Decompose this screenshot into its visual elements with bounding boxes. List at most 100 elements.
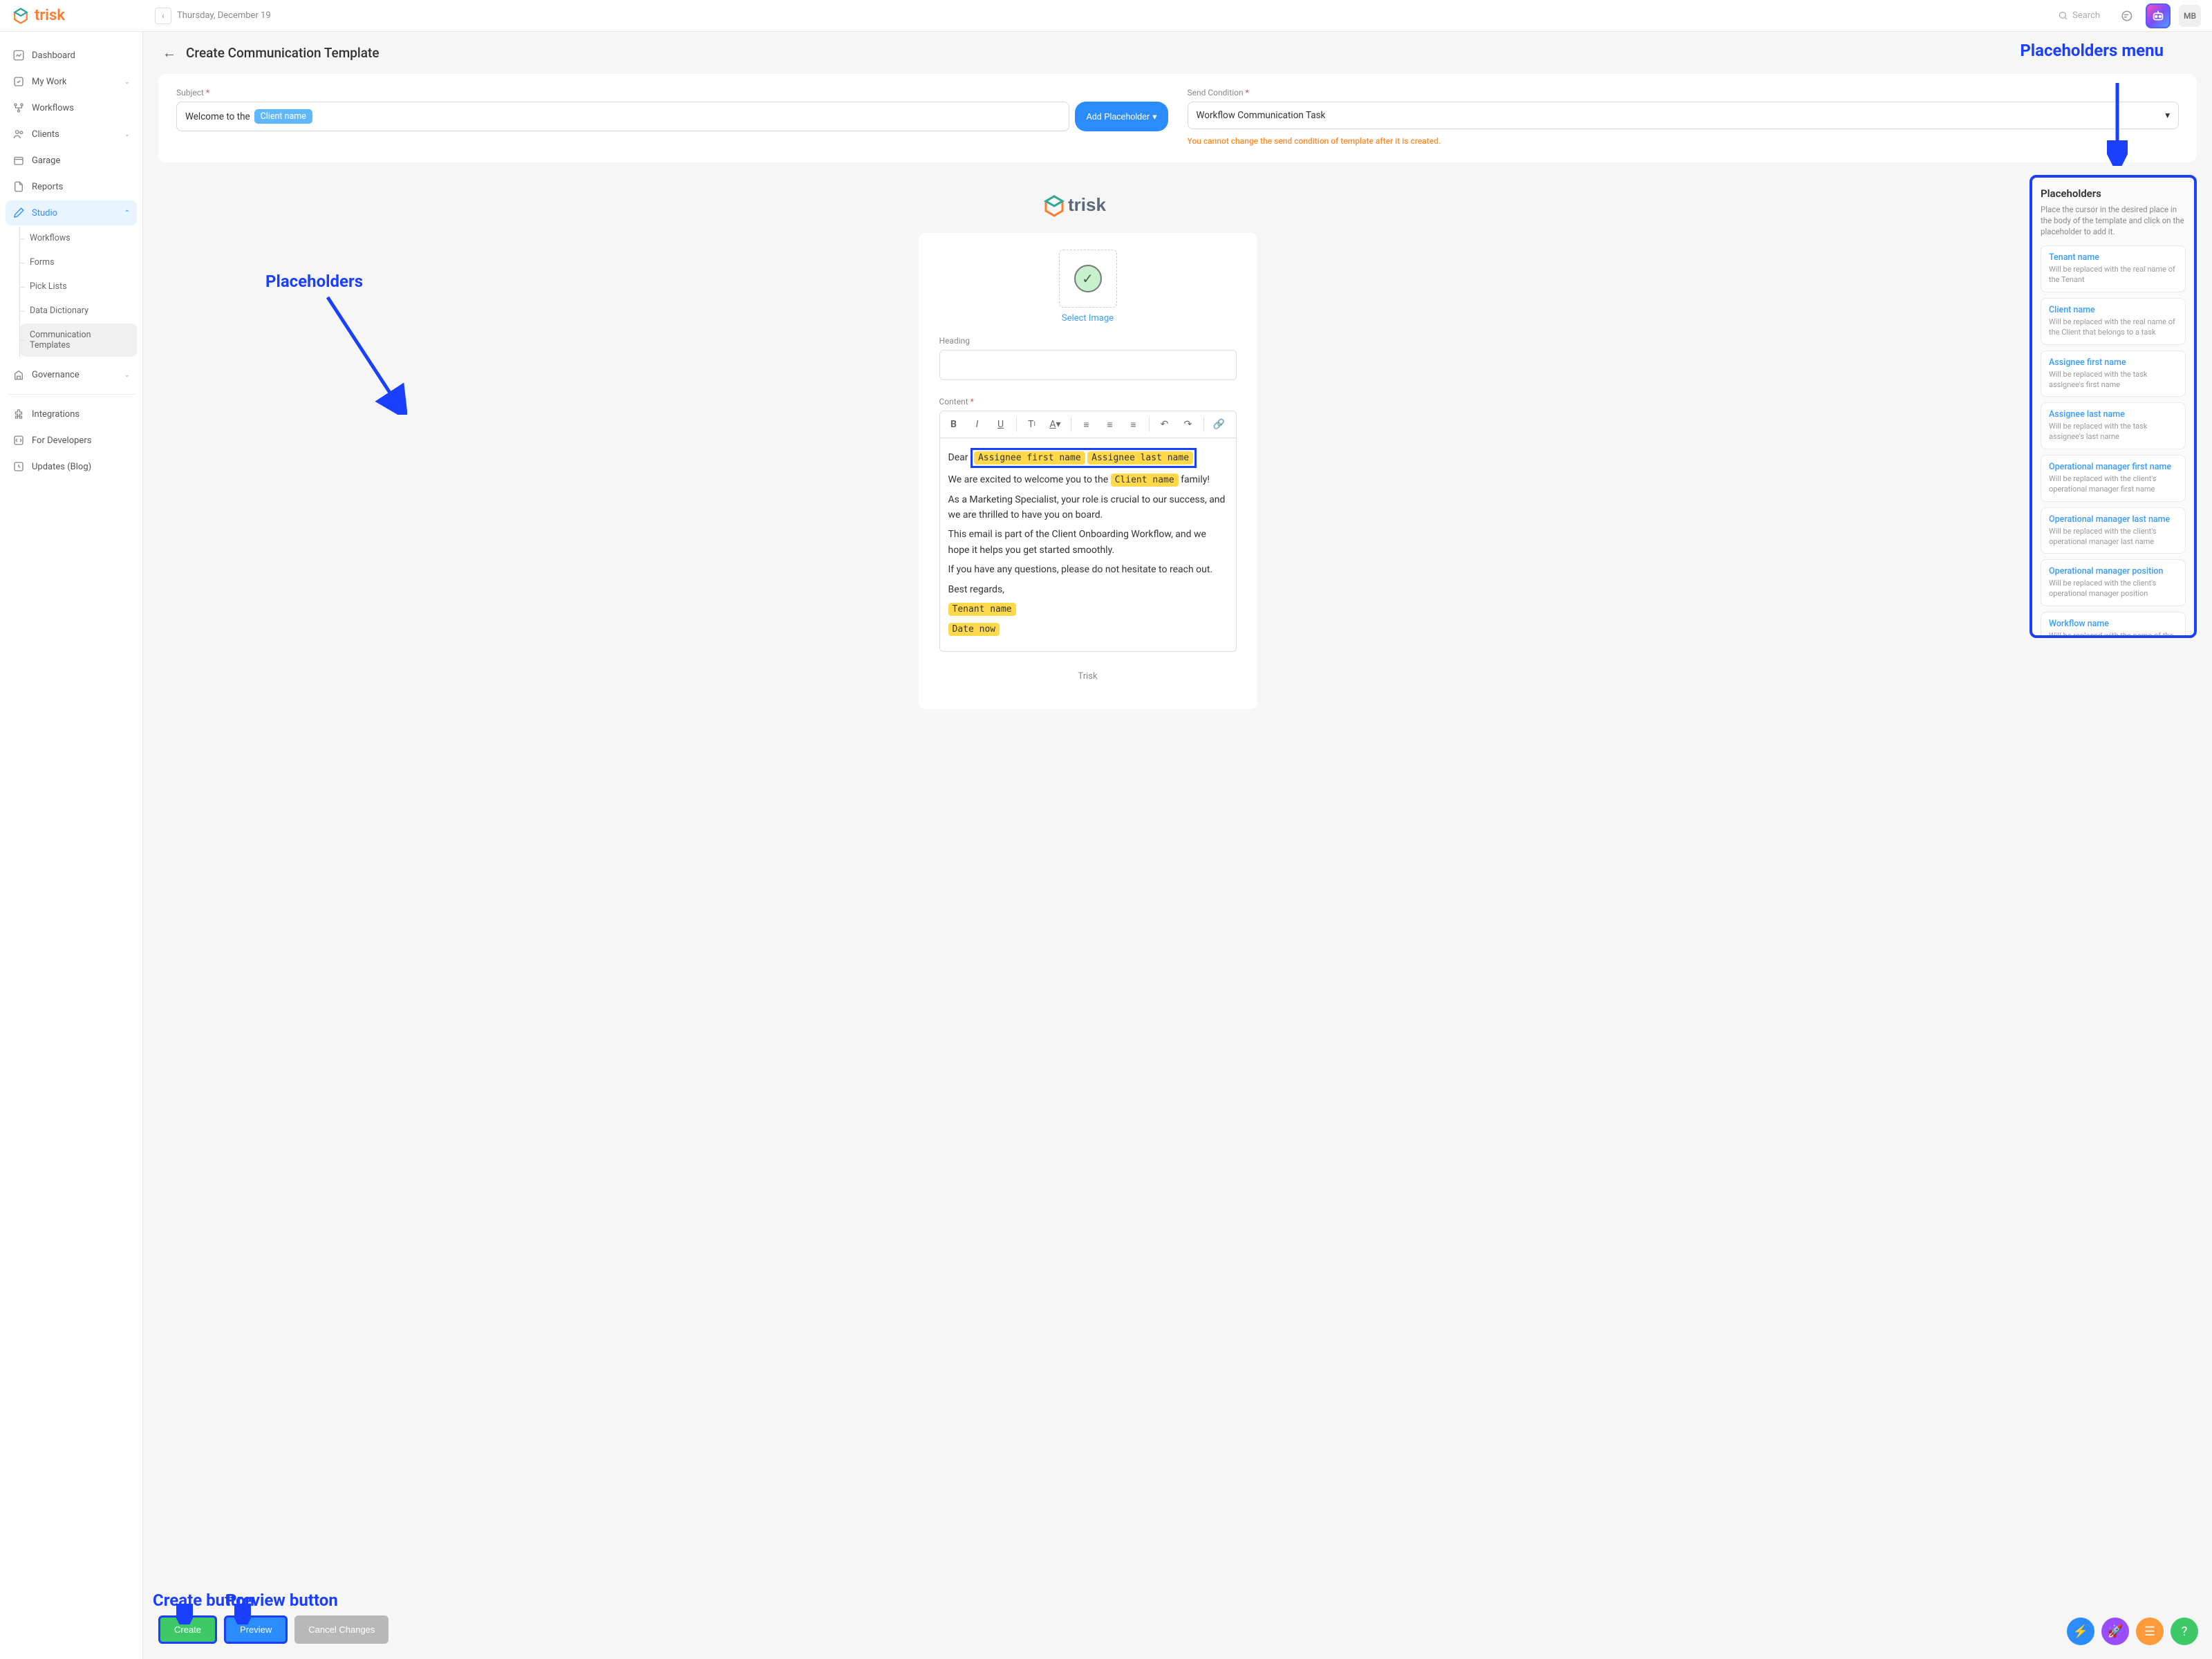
create-button[interactable]: Create <box>158 1615 217 1644</box>
template-brand-logo: trisk <box>1043 191 1133 223</box>
sidebar-item-my-work[interactable]: My Work⌄ <box>6 69 137 94</box>
sidebar-item-reports[interactable]: Reports <box>6 174 137 199</box>
integrations-icon <box>12 408 25 420</box>
placeholder-item-name: Workflow name <box>2049 619 2177 629</box>
sidebar-item-governance[interactable]: Governance⌄ <box>6 362 137 387</box>
sidebar-item-developers[interactable]: For Developers <box>6 428 137 453</box>
bold-button[interactable]: B <box>943 415 965 433</box>
placeholder-item-desc: Will be replaced with the task assignee'… <box>2049 422 2177 442</box>
font-color-button[interactable]: A▾ <box>1044 415 1067 433</box>
fab-lightning[interactable]: ⚡ <box>2067 1618 2094 1645</box>
chat-icon[interactable] <box>2115 5 2137 27</box>
ai-assistant-button[interactable] <box>2146 3 2171 28</box>
chevron-down-icon: ⌄ <box>124 78 130 86</box>
font-size-button[interactable]: TI <box>1021 415 1043 433</box>
placeholder-item[interactable]: Tenant nameWill be replaced with the rea… <box>2041 245 2186 292</box>
placeholders-help: Place the cursor in the desired place in… <box>2041 204 2186 237</box>
sidebar-sub-pick-lists[interactable]: Pick Lists <box>20 275 137 298</box>
chevron-down-icon: ⌄ <box>124 131 130 138</box>
my-work-icon <box>12 75 25 88</box>
sidebar-item-garage[interactable]: Garage <box>6 148 137 173</box>
sidebar-item-dashboard[interactable]: Dashboard <box>6 43 137 68</box>
dashboard-icon <box>12 49 25 62</box>
send-condition-select[interactable]: Workflow Communication Task ▾ <box>1188 102 2180 129</box>
placeholder-item[interactable]: Workflow name Will be replaced with the n… <box>2041 612 2186 638</box>
placeholder-item-desc: Will be replaced with the client's opera… <box>2049 474 2177 495</box>
date-navigator: ‹ Thursday, December 19 <box>155 8 271 24</box>
subject-label: Subject * <box>176 88 1168 97</box>
sidebar-item-workflows[interactable]: Workflows <box>6 95 137 120</box>
placeholder-tag: Assignee last name <box>1087 451 1193 465</box>
template-footer: Trisk <box>939 671 1237 682</box>
sidebar-item-integrations[interactable]: Integrations <box>6 402 137 427</box>
placeholder-item[interactable]: Client name Will be replaced with the rea… <box>2041 298 2186 345</box>
clients-icon <box>12 128 25 140</box>
placeholder-item-desc: Will be replaced with the real name of t… <box>2049 317 2177 338</box>
top-header: trisk ‹ Thursday, December 19 Search MB <box>0 0 2212 32</box>
placeholder-item-name: Tenant name <box>2049 252 2177 263</box>
fab-list[interactable]: ☰ <box>2136 1618 2164 1645</box>
redo-button[interactable]: ↷ <box>1177 415 1199 433</box>
placeholder-item[interactable]: Operational manager first nameWill be re… <box>2041 455 2186 502</box>
governance-icon <box>12 368 25 381</box>
app-logo: trisk <box>11 6 65 26</box>
placeholder-item-name: Operational manager last name <box>2049 514 2177 525</box>
sidebar-sub-communication-templates[interactable]: Communication Templates <box>20 324 137 357</box>
placeholder-item[interactable]: Operational manager positionWill be repl… <box>2041 559 2186 606</box>
fab-rocket[interactable]: 🚀 <box>2101 1618 2129 1645</box>
heading-input[interactable] <box>939 350 1237 380</box>
cancel-button[interactable]: Cancel Changes <box>294 1615 388 1644</box>
placeholder-item-desc: Will be replaced with the client's opera… <box>2049 579 2177 599</box>
select-image-link[interactable]: Select Image <box>939 313 1237 324</box>
chevron-down-icon: ▾ <box>1152 111 1156 122</box>
studio-submenu: Workflows Forms Pick Lists Data Dictiona… <box>19 227 137 357</box>
developers-icon <box>12 434 25 447</box>
link-button[interactable]: 🔗 <box>1208 415 1230 433</box>
sidebar-sub-data-dictionary[interactable]: Data Dictionary <box>20 299 137 322</box>
action-bar: Create Preview Cancel Changes <box>143 1603 2212 1659</box>
placeholder-item[interactable]: Assignee last nameWill be replaced with … <box>2041 402 2186 449</box>
search-icon <box>2058 10 2068 21</box>
placeholder-item-name: Assignee first name <box>2049 357 2177 368</box>
sidebar-sub-forms[interactable]: Forms <box>20 251 137 274</box>
search-input[interactable]: Search <box>2051 6 2107 25</box>
content-editor[interactable]: Dear Assignee first name Assignee last n… <box>939 438 1237 652</box>
content-label: Content * <box>939 397 1237 406</box>
floating-actions: ⚡ 🚀 ☰ ? <box>2067 1618 2198 1645</box>
add-placeholder-button[interactable]: Add Placeholder ▾ <box>1075 102 1168 131</box>
sidebar-item-updates[interactable]: Updates (Blog) <box>6 454 137 479</box>
editor-toolbar: B I U TI A▾ ≡ ≡ ≡ ↶ ↷ 🔗 <box>939 411 1237 438</box>
page-title: Create Communication Template <box>186 45 379 61</box>
logo-icon <box>11 6 30 26</box>
align-left-button[interactable]: ≡ <box>1076 415 1098 433</box>
check-icon: ✓ <box>1074 265 1102 292</box>
annotation-placeholders: Placeholders <box>265 272 363 291</box>
send-condition-warning: You cannot change the send condition of … <box>1188 136 2180 146</box>
garage-icon <box>12 154 25 167</box>
fab-help[interactable]: ? <box>2171 1618 2198 1645</box>
subject-input[interactable]: Welcome to the Client name <box>176 102 1069 131</box>
placeholder-item-name: Client name <box>2049 305 2177 315</box>
user-avatar[interactable]: MB <box>2179 5 2201 27</box>
sidebar-item-clients[interactable]: Clients⌄ <box>6 122 137 147</box>
image-dropzone[interactable]: ✓ <box>1059 250 1117 308</box>
date-prev-button[interactable]: ‹ <box>155 8 171 24</box>
underline-button[interactable]: U <box>990 415 1012 433</box>
align-center-button[interactable]: ≡ <box>1099 415 1121 433</box>
align-right-button[interactable]: ≡ <box>1123 415 1145 433</box>
italic-button[interactable]: I <box>966 415 988 433</box>
placeholder-item-desc: Will be replaced with the name of the Wo… <box>2049 631 2177 638</box>
undo-button[interactable]: ↶ <box>1154 415 1176 433</box>
chevron-up-icon: ⌃ <box>124 209 130 217</box>
placeholder-item[interactable]: Operational manager last nameWill be rep… <box>2041 507 2186 554</box>
sidebar-sub-workflows[interactable]: Workflows <box>20 227 137 250</box>
back-arrow-icon[interactable]: ← <box>162 44 176 62</box>
studio-icon <box>12 207 25 219</box>
placeholder-item[interactable]: Assignee first name Will be replaced with… <box>2041 350 2186 397</box>
sidebar-item-studio[interactable]: Studio⌃ <box>6 200 137 225</box>
heading-label: Heading <box>939 336 1237 346</box>
placeholders-title: Placeholders <box>2041 187 2186 200</box>
preview-button[interactable]: Preview <box>224 1615 288 1644</box>
chevron-down-icon: ⌄ <box>124 371 130 379</box>
placeholder-item-desc: Will be replaced with the task assignee'… <box>2049 370 2177 391</box>
